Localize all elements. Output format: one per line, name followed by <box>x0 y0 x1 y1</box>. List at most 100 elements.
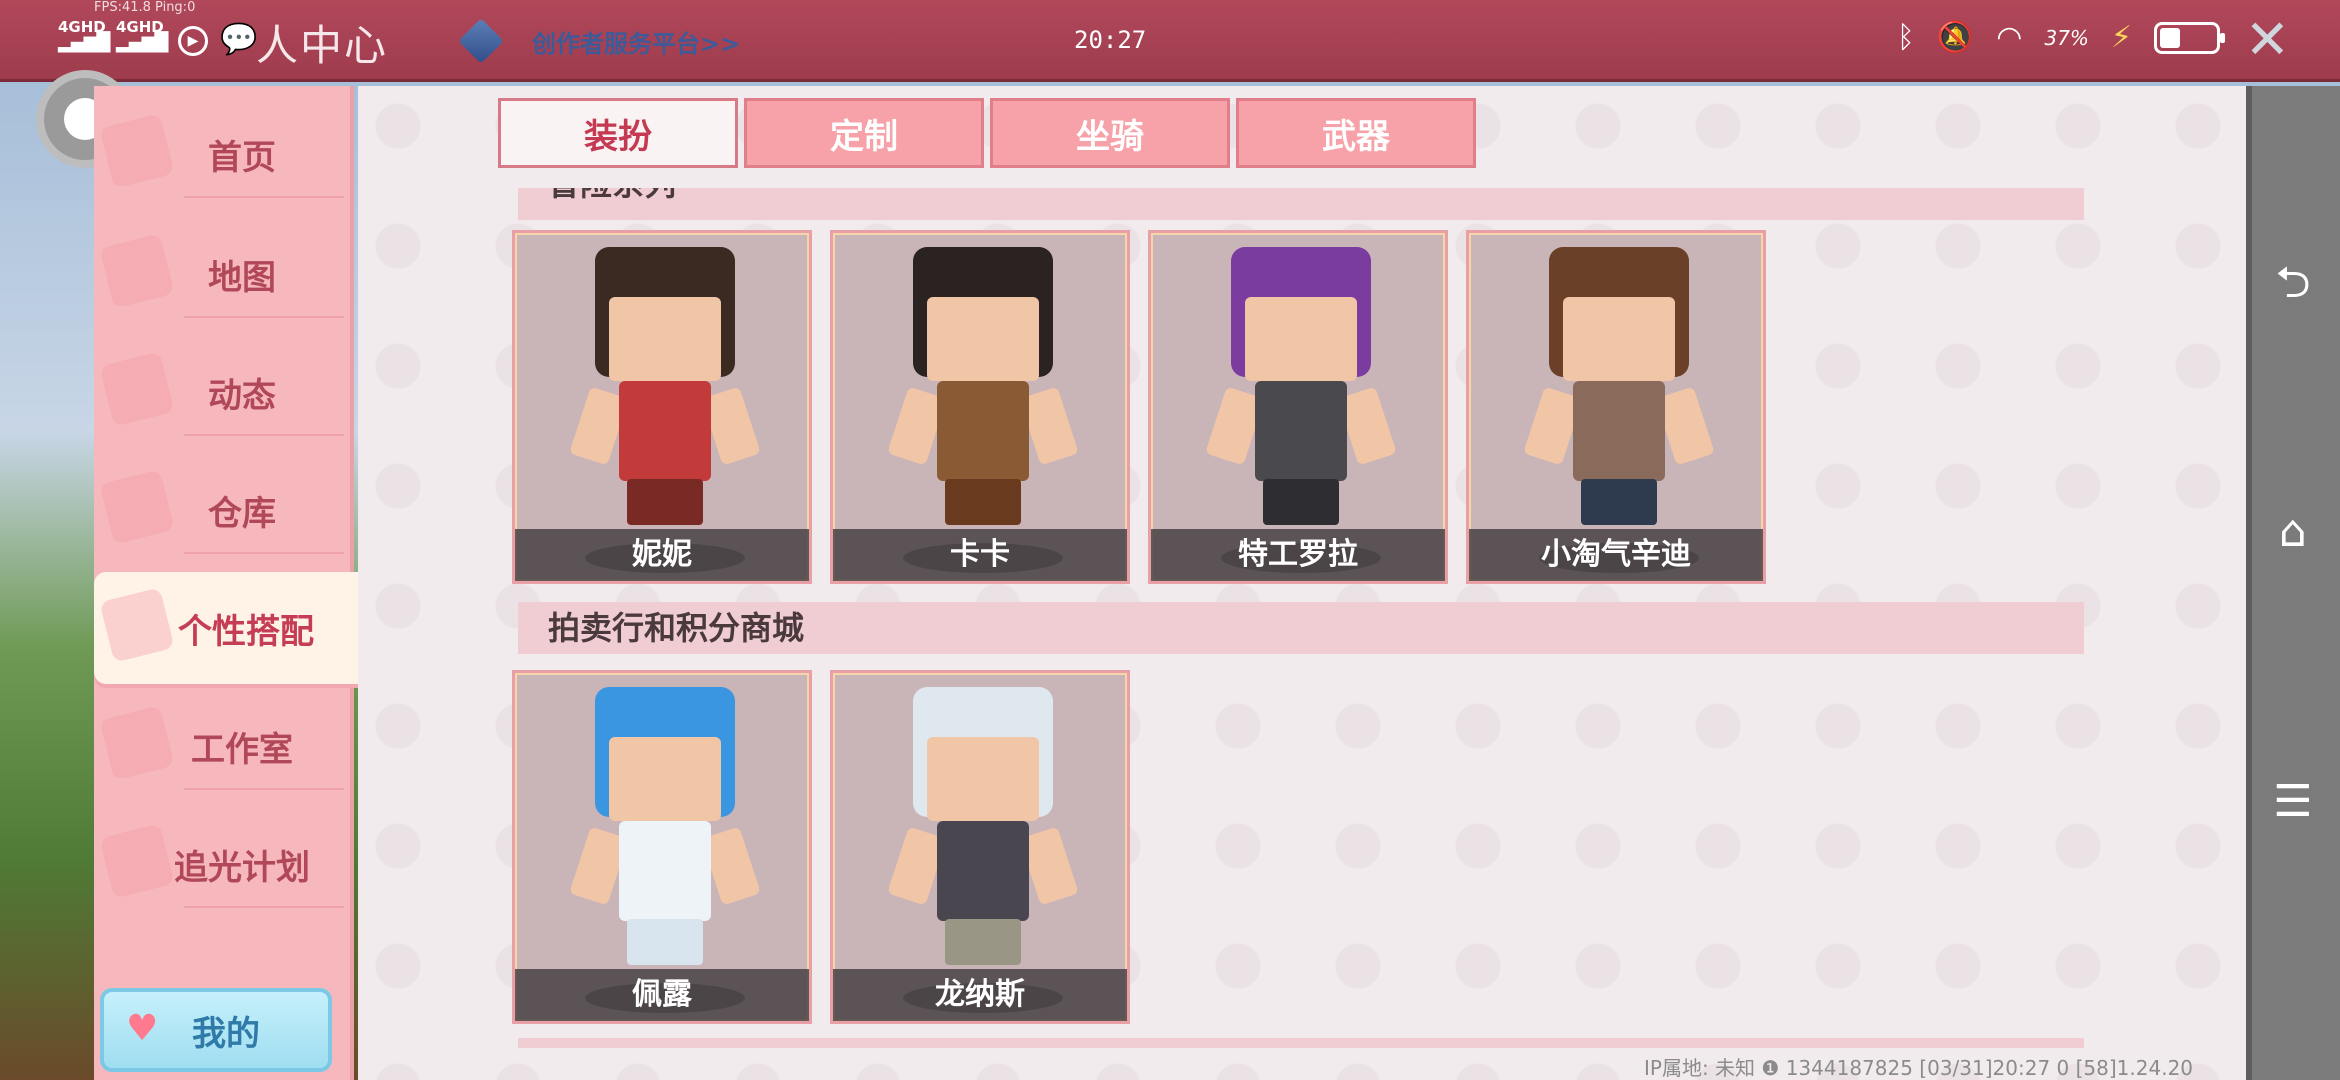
sidebar-divider <box>184 434 344 436</box>
sidebar-item-label: 动态 <box>208 375 276 416</box>
costume-name: 佩露 <box>515 969 809 1021</box>
charging-icon: ⚡ <box>2110 20 2132 55</box>
main-panel: 装扮 定制 坐骑 武器 冒险系列 拍卖行和积分商城 妮妮卡卡特工罗拉小淘气辛迪佩… <box>358 86 2246 1080</box>
my-button[interactable]: ♥ 我的 <box>100 988 332 1072</box>
menu-icon[interactable]: ☰ <box>2266 776 2320 827</box>
sidebar-divider <box>184 906 344 908</box>
character-legs <box>627 919 703 965</box>
sidebar: 首页地图动态仓库个性搭配工作室追光计划 ♥ 我的 <box>94 86 358 1080</box>
character-figure <box>565 687 765 967</box>
costume-card[interactable]: 佩露 <box>512 670 812 1024</box>
battery-percent: 37% <box>2044 25 2089 50</box>
close-icon[interactable]: ✕ <box>2245 8 2290 71</box>
signal-bars-icon: ▂▄▆█ <box>116 32 168 53</box>
creator-platform-link[interactable]: 创作者服务平台>> <box>532 24 740 59</box>
sidebar-item-label: 仓库 <box>208 493 276 534</box>
clock: 20:27 <box>1074 26 1147 54</box>
sidebar-item-icon <box>99 823 175 899</box>
sidebar-item-1[interactable]: 地图 <box>94 218 350 330</box>
network-indicator-1: 4GHD ▂▄▆█ <box>58 18 110 53</box>
character-body <box>1255 381 1347 481</box>
character-body <box>937 381 1029 481</box>
character-figure <box>565 247 765 527</box>
tab-dress-up[interactable]: 装扮 <box>498 98 738 168</box>
sidebar-item-4[interactable]: 个性搭配 <box>94 572 358 684</box>
heart-icon: ♥ <box>126 1008 159 1049</box>
costume-card[interactable]: 特工罗拉 <box>1148 230 1448 584</box>
character-face <box>927 297 1039 381</box>
tab-mount[interactable]: 坐骑 <box>990 98 1230 168</box>
system-nav-bar: ⮌ ⌂ ☰ <box>2246 86 2340 1080</box>
nav-divider <box>2246 86 2252 1080</box>
tab-bar: 装扮 定制 坐骑 武器 <box>498 98 1476 168</box>
costume-name: 妮妮 <box>515 529 809 581</box>
costume-name: 龙纳斯 <box>833 969 1127 1021</box>
sidebar-item-5[interactable]: 工作室 <box>94 690 350 802</box>
sidebar-divider <box>184 316 344 318</box>
character-body <box>619 821 711 921</box>
character-legs <box>945 919 1021 965</box>
character-face <box>1563 297 1675 381</box>
character-legs <box>945 479 1021 525</box>
character-face <box>609 297 721 381</box>
tab-weapon[interactable]: 武器 <box>1236 98 1476 168</box>
character-figure <box>883 687 1083 967</box>
fps-readout: FPS:41.8 Ping:0 <box>94 0 196 15</box>
character-legs <box>1581 479 1657 525</box>
sidebar-item-icon <box>99 113 175 189</box>
battery-fill <box>2160 27 2180 48</box>
character-legs <box>1263 479 1339 525</box>
status-icons: ᛒ 🔕 ◠ 37% ⚡ <box>1896 20 2225 55</box>
network-indicator-2: 4GHD ▂▄▆█ <box>116 18 168 53</box>
tab-custom[interactable]: 定制 <box>744 98 984 168</box>
play-icon: ▶ <box>178 26 208 56</box>
mute-bell-icon: 🔕 <box>1936 20 1975 55</box>
section-title: 拍卖行和积分商城 <box>548 609 805 647</box>
section-header-next <box>518 1038 2084 1048</box>
sidebar-item-label: 地图 <box>208 257 276 298</box>
signal-bars-icon: ▂▄▆█ <box>58 32 110 53</box>
sidebar-item-3[interactable]: 仓库 <box>94 454 350 566</box>
sidebar-item-label: 首页 <box>208 137 276 178</box>
sidebar-divider <box>184 552 344 554</box>
character-face <box>1245 297 1357 381</box>
sidebar-item-label: 追光计划 <box>174 847 310 888</box>
costume-name: 特工罗拉 <box>1151 529 1445 581</box>
sidebar-item-icon <box>99 587 175 663</box>
bluetooth-icon: ᛒ <box>1896 20 1915 55</box>
wifi-icon: ◠ <box>1996 20 2023 55</box>
costume-name: 小淘气辛迪 <box>1469 529 1763 581</box>
sidebar-item-icon <box>99 469 175 545</box>
battery-icon <box>2154 21 2225 54</box>
sidebar-item-2[interactable]: 动态 <box>94 336 350 448</box>
sidebar-item-6[interactable]: 追光计划 <box>94 808 350 920</box>
sidebar-item-label: 工作室 <box>191 729 293 770</box>
character-figure <box>883 247 1083 527</box>
section-header-adventure: 冒险系列 <box>518 188 2084 220</box>
costume-card[interactable]: 龙纳斯 <box>830 670 1130 1024</box>
character-body <box>937 821 1029 921</box>
sidebar-item-label: 个性搭配 <box>178 611 314 652</box>
section-title: 冒险系列 <box>548 188 676 203</box>
character-face <box>927 737 1039 821</box>
costume-card[interactable]: 卡卡 <box>830 230 1130 584</box>
sidebar-item-0[interactable]: 首页 <box>94 98 350 210</box>
footer-info: IP属地: 未知 ❶ 1344187825 [03/31]20:27 0 [58… <box>1644 1056 2194 1080</box>
sidebar-item-icon <box>99 351 175 427</box>
character-body <box>619 381 711 481</box>
sidebar-item-icon <box>99 233 175 309</box>
my-button-label: 我的 <box>192 1013 260 1054</box>
status-bar: FPS:41.8 Ping:0 4GHD ▂▄▆█ 4GHD ▂▄▆█ ▶ 💬 … <box>0 0 2340 82</box>
back-icon[interactable]: ⮌ <box>2266 250 2320 325</box>
sidebar-item-icon <box>99 705 175 781</box>
section-header-auction: 拍卖行和积分商城 <box>518 602 2084 654</box>
costume-card[interactable]: 小淘气辛迪 <box>1466 230 1766 584</box>
costume-card[interactable]: 妮妮 <box>512 230 812 584</box>
character-body <box>1573 381 1665 481</box>
creator-cube-icon <box>458 18 504 64</box>
character-figure <box>1519 247 1719 527</box>
home-icon[interactable]: ⌂ <box>2266 506 2320 557</box>
character-face <box>609 737 721 821</box>
character-figure <box>1201 247 1401 527</box>
sidebar-divider <box>184 196 344 198</box>
